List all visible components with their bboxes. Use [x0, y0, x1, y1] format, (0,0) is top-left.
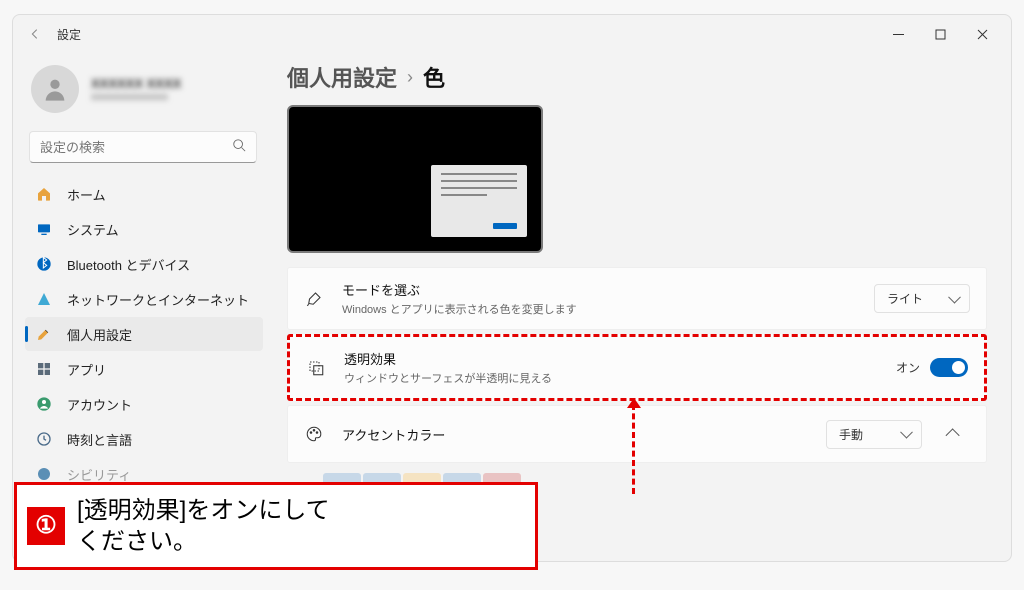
sidebar-item-system[interactable]: システム — [25, 212, 263, 246]
apps-icon — [35, 360, 53, 378]
sidebar-item-label: 時刻と言語 — [67, 430, 132, 449]
breadcrumb: 個人用設定 › 色 — [287, 61, 987, 93]
toggle-label: オン — [896, 359, 920, 376]
breadcrumb-parent[interactable]: 個人用設定 — [287, 61, 397, 93]
sidebar-item-apps[interactable]: アプリ — [25, 352, 263, 386]
sidebar-item-home[interactable]: ホーム — [25, 177, 263, 211]
sidebar-item-label: アプリ — [67, 360, 106, 379]
access-icon — [35, 465, 53, 483]
setting-transparency[interactable]: 透明効果 ウィンドウとサーフェスが半透明に見える オン — [287, 334, 987, 401]
sidebar-item-personalize[interactable]: 個人用設定 — [25, 317, 263, 351]
close-button[interactable] — [961, 18, 1003, 50]
callout-arrow — [632, 404, 635, 494]
brush-icon — [304, 289, 324, 309]
setting-accent[interactable]: アクセントカラー 手動 — [287, 405, 987, 463]
home-icon — [35, 185, 53, 203]
sidebar-item-label: Bluetooth とデバイス — [67, 255, 190, 274]
callout-text: [透明効果]をオンにして ください。 — [77, 495, 330, 557]
transparency-toggle[interactable] — [930, 358, 968, 377]
sidebar-item-account[interactable]: アカウント — [25, 387, 263, 421]
personalize-icon — [35, 325, 53, 343]
accent-dropdown[interactable]: 手動 — [826, 420, 922, 449]
palette-icon — [304, 424, 324, 444]
network-icon — [35, 290, 53, 308]
time-icon — [35, 430, 53, 448]
sidebar-item-network[interactable]: ネットワークとインターネット — [25, 282, 263, 316]
breadcrumb-current: 色 — [423, 61, 445, 93]
profile-email: xxxxxxxxxxxxxx — [91, 91, 181, 103]
minimize-button[interactable] — [877, 18, 919, 50]
back-button[interactable] — [21, 20, 49, 48]
maximize-button[interactable] — [919, 18, 961, 50]
avatar — [31, 65, 79, 113]
window-title: 設定 — [57, 26, 81, 43]
search-icon — [232, 138, 246, 157]
sidebar-item-time[interactable]: 時刻と言語 — [25, 422, 263, 456]
search-input[interactable] — [29, 131, 257, 163]
profile-name: XXXXXX XXXX — [91, 76, 181, 91]
sidebar-item-label: ネットワークとインターネット — [67, 290, 249, 309]
step-badge: ① — [27, 507, 65, 545]
setting-mode[interactable]: モードを選ぶ Windows とアプリに表示される色を変更します ライト — [287, 267, 987, 330]
sidebar-item-label: システム — [67, 220, 119, 239]
account-icon — [35, 395, 53, 413]
transparency-icon — [306, 358, 326, 378]
mode-dropdown[interactable]: ライト — [874, 284, 970, 313]
chevron-up-icon — [946, 428, 960, 442]
profile-block[interactable]: XXXXXX XXXX xxxxxxxxxxxxxx — [23, 59, 269, 127]
expand-button[interactable] — [938, 418, 970, 450]
sidebar-item-label: 個人用設定 — [67, 325, 132, 344]
theme-preview — [287, 105, 543, 253]
bluetooth-icon — [35, 255, 53, 273]
sidebar-item-bluetooth[interactable]: Bluetooth とデバイス — [25, 247, 263, 281]
sidebar-item-label: ホーム — [67, 185, 106, 204]
instruction-callout: ① [透明効果]をオンにして ください。 — [14, 482, 538, 570]
system-icon — [35, 220, 53, 238]
chevron-right-icon: › — [407, 67, 413, 88]
sidebar-item-label: アカウント — [67, 395, 132, 414]
